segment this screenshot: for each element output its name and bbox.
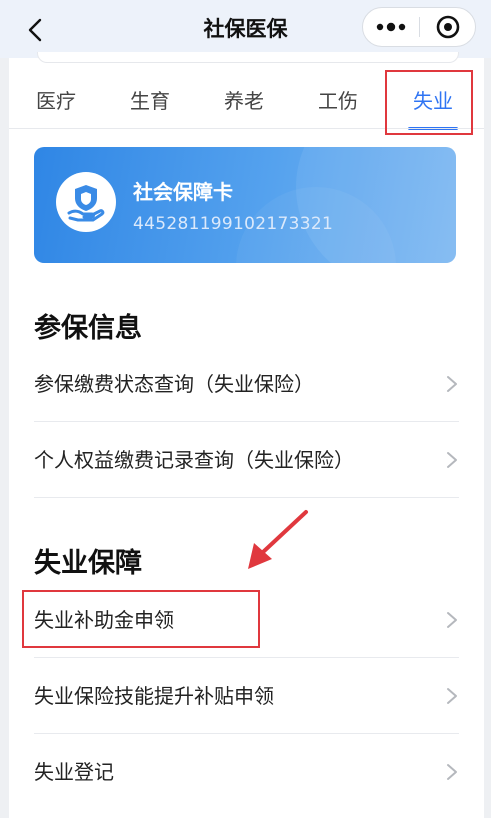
list-item[interactable]: 个人权益缴费记录查询（失业保险） <box>34 422 459 498</box>
back-button[interactable] <box>22 16 50 44</box>
content-panel: 医疗 生育 养老 工伤 失业 社会保障卡 445281199102173321 … <box>9 52 484 818</box>
mini-program-capsule <box>362 7 476 47</box>
chevron-right-icon <box>447 764 457 780</box>
section-title-insurance-info: 参保信息 <box>34 313 142 344</box>
list-item-label: 参保缴费状态查询（失业保险） <box>34 372 314 396</box>
more-dots-icon <box>376 22 406 32</box>
chevron-right-icon <box>447 688 457 704</box>
list-item-label: 个人权益缴费记录查询（失业保险） <box>34 448 354 472</box>
chevron-right-icon <box>447 452 457 468</box>
card-title: 社会保障卡 <box>133 180 233 204</box>
title-bar: 社保医保 <box>0 0 491 58</box>
list-item[interactable]: 失业保险技能提升补贴申领 <box>34 658 459 734</box>
list-item-label: 失业登记 <box>34 760 114 784</box>
chevron-right-icon <box>447 376 457 392</box>
tab-pension[interactable]: 养老 <box>204 80 284 128</box>
row-divider <box>34 497 459 498</box>
section-title-unemployment-security: 失业保障 <box>34 548 142 579</box>
chevron-left-icon <box>28 18 42 42</box>
tab-medical[interactable]: 医疗 <box>16 80 96 128</box>
close-button[interactable] <box>420 8 476 46</box>
list-item-label: 失业保险技能提升补贴申领 <box>34 684 274 708</box>
annotation-box-tab <box>385 70 473 135</box>
social-security-card[interactable]: 社会保障卡 445281199102173321 <box>34 147 456 263</box>
list-item[interactable]: 失业登记 <box>34 734 459 810</box>
tab-work-injury[interactable]: 工伤 <box>298 80 378 128</box>
target-circle-icon <box>436 15 460 39</box>
annotation-box-subsidy <box>22 590 260 648</box>
more-button[interactable] <box>363 8 419 46</box>
shield-hand-icon <box>56 172 116 232</box>
list-item[interactable]: 参保缴费状态查询（失业保险） <box>34 346 459 422</box>
chevron-right-icon <box>447 612 457 628</box>
annotation-arrow-icon <box>248 510 308 569</box>
card-number: 445281199102173321 <box>133 214 334 234</box>
tab-maternity[interactable]: 生育 <box>110 80 190 128</box>
card-edge <box>37 52 459 63</box>
